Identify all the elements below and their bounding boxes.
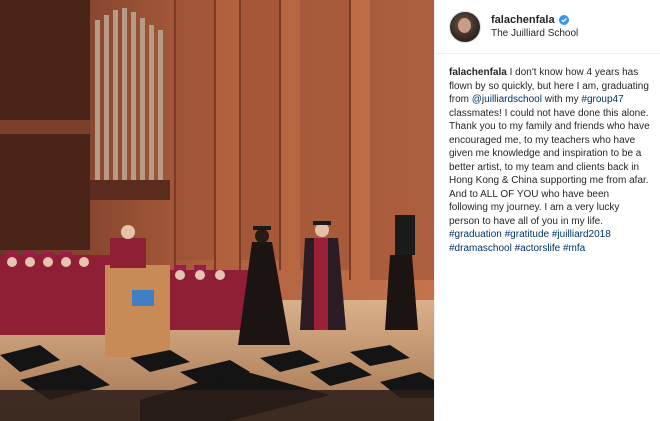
hashtag-link[interactable]: #dramaschool: [449, 243, 512, 254]
hashtag-link[interactable]: #gratitude: [505, 229, 549, 240]
hashtag-link[interactable]: #graduation: [449, 229, 502, 240]
mention-link[interactable]: @juilliardschool: [472, 94, 542, 105]
post-sidebar: falachenfala The Juilliard School falach…: [434, 0, 660, 421]
post-caption: falachenfala I don't know how 4 years ha…: [435, 54, 660, 255]
post-photo[interactable]: [0, 0, 434, 421]
username-link[interactable]: falachenfala: [491, 13, 555, 27]
caption-text: with my: [541, 94, 582, 105]
avatar[interactable]: [449, 10, 481, 43]
user-info: falachenfala The Juilliard School: [491, 13, 578, 41]
graduation-ceremony-image: [0, 0, 434, 421]
post-header: falachenfala The Juilliard School: [435, 0, 660, 54]
hashtag-link[interactable]: #group47: [581, 94, 623, 105]
instagram-post: falachenfala The Juilliard School falach…: [0, 0, 660, 421]
username-row: falachenfala: [491, 13, 578, 27]
location-link[interactable]: The Juilliard School: [491, 27, 578, 41]
verified-badge-icon: [558, 14, 569, 25]
hashtag-link[interactable]: #mfa: [563, 243, 585, 254]
caption-username-link[interactable]: falachenfala: [449, 67, 507, 78]
caption-text: classmates! I could not have done this a…: [449, 107, 650, 227]
hashtag-link[interactable]: #actorslife: [515, 243, 561, 254]
hashtag-link[interactable]: #juilliard2018: [552, 229, 611, 240]
